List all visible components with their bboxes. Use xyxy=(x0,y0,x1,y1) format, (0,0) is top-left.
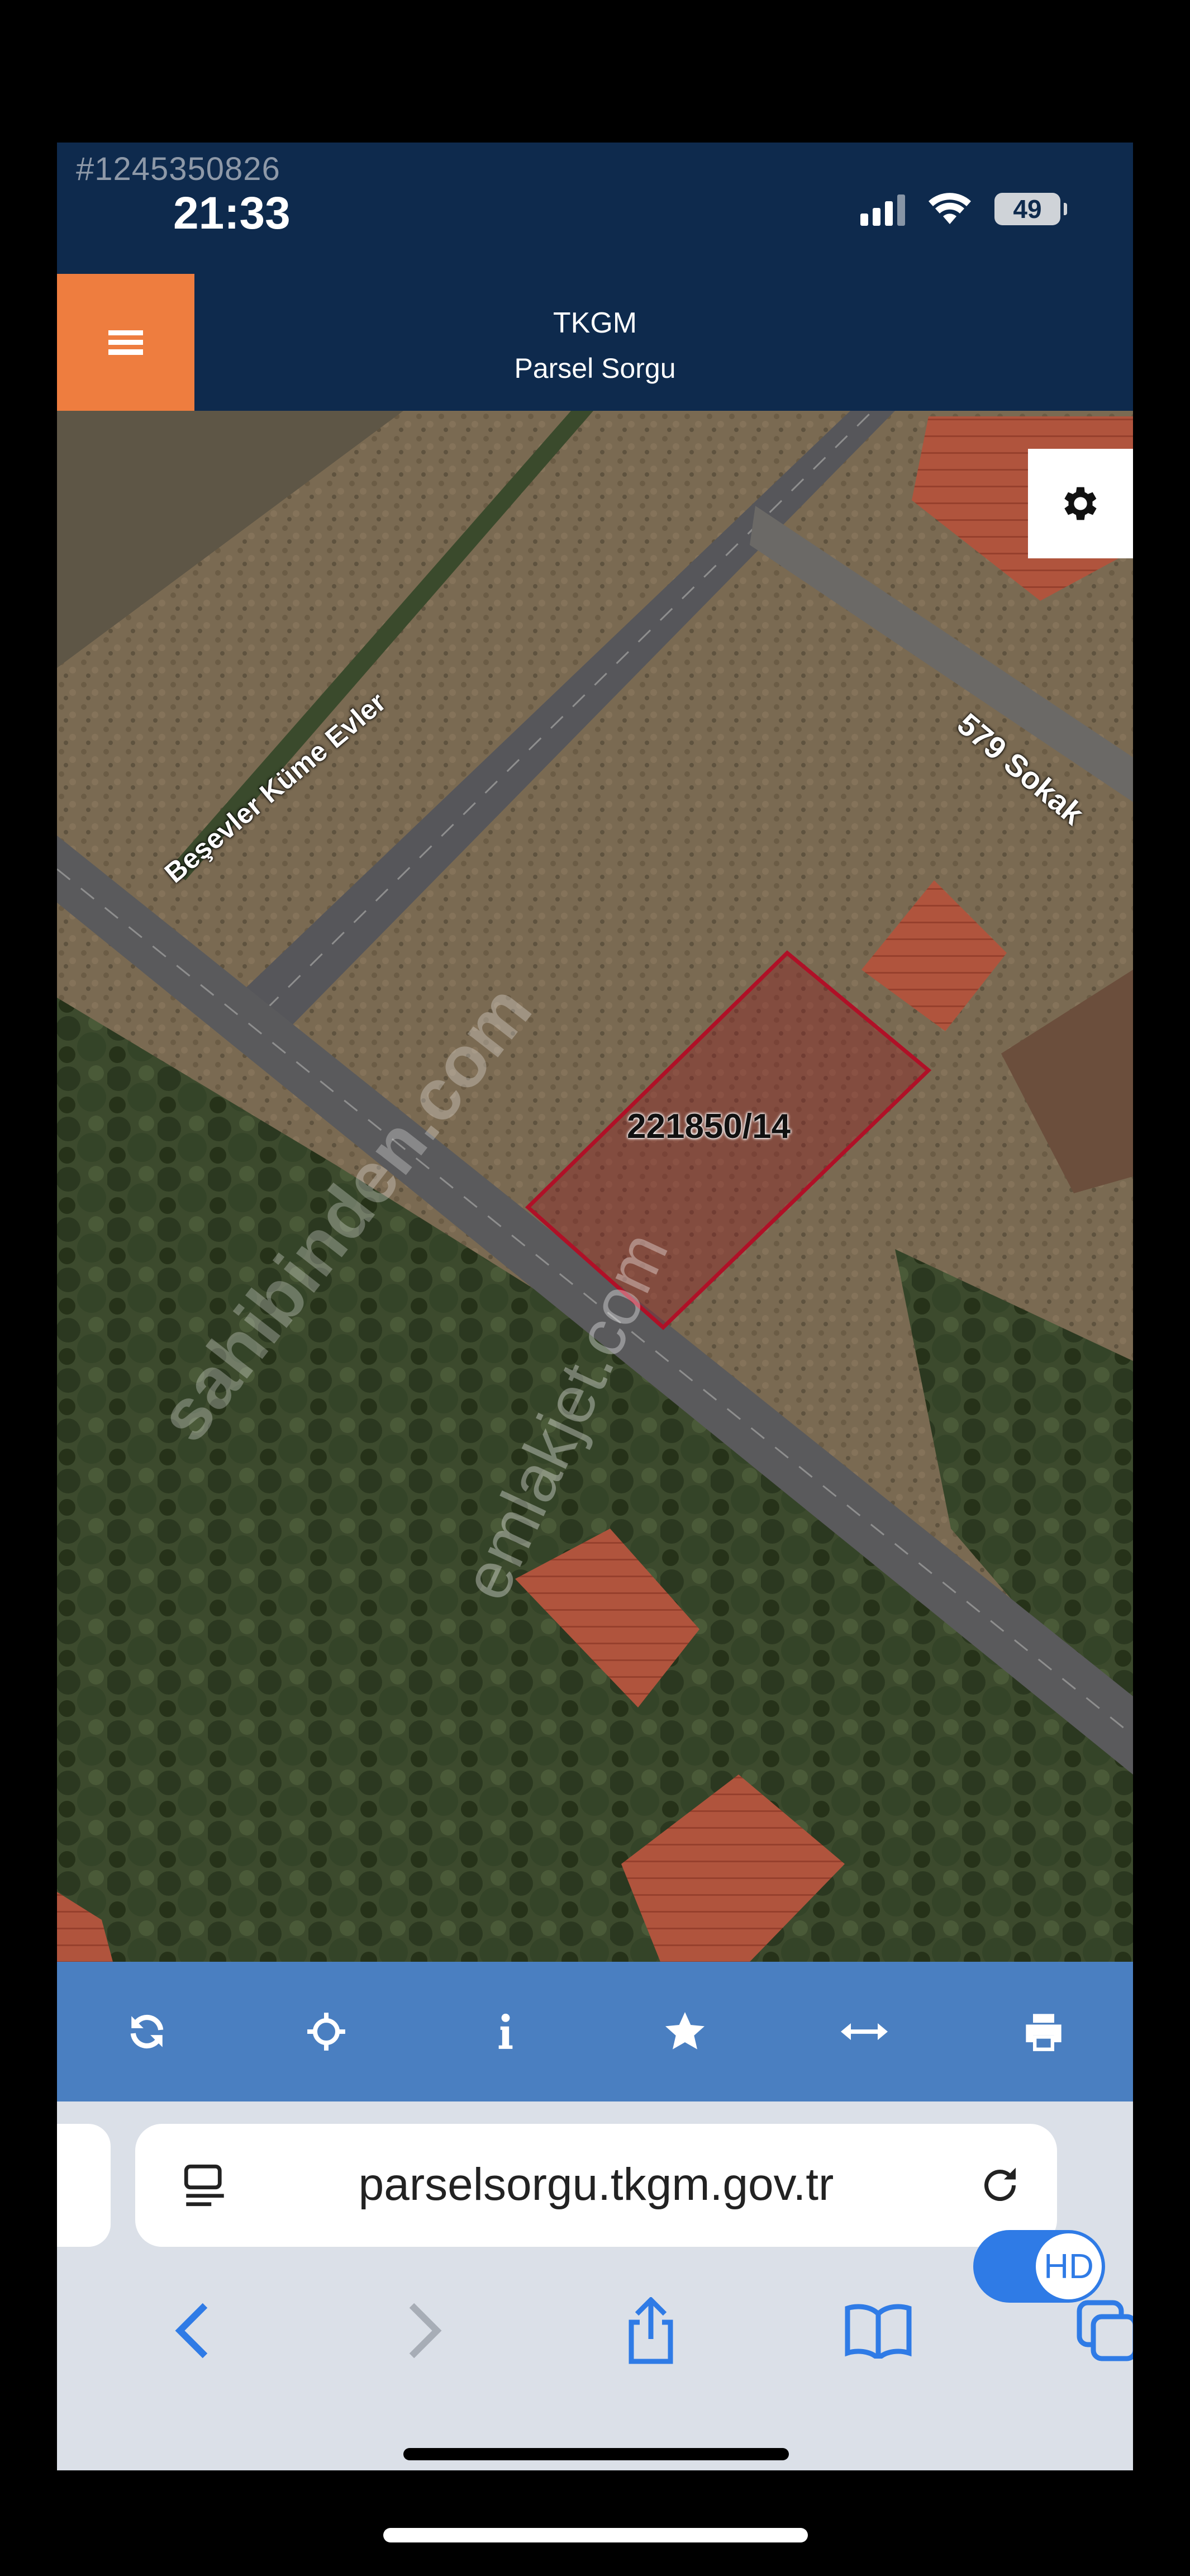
info-icon xyxy=(498,2013,512,2049)
listing-id: #1245350826 xyxy=(76,151,280,187)
refresh-icon xyxy=(130,2014,163,2049)
home-indicator xyxy=(403,2448,789,2460)
url-text: parselsorgu.tkgm.gov.tr xyxy=(358,2159,834,2210)
phone-screen: #1245350826 21:33 49 TKGM Parsel Sorgu 2… xyxy=(57,143,1133,2470)
satellite-map[interactable]: 221850/14 Beşevler Küme Evler 579 Sokak … xyxy=(57,411,1133,1962)
locate-crosshair-icon xyxy=(307,2013,345,2051)
share-button[interactable] xyxy=(601,2280,701,2381)
address-bar[interactable]: parselsorgu.tkgm.gov.tr xyxy=(135,2124,1057,2247)
tabs-icon xyxy=(1077,2300,1133,2361)
bookmarks-icon xyxy=(845,2304,912,2359)
forward-button[interactable] xyxy=(373,2280,473,2381)
map-toolbar xyxy=(57,1962,1133,2101)
cellular-signal-icon xyxy=(860,192,905,226)
previous-tab-stub[interactable] xyxy=(57,2124,111,2247)
status-bar: #1245350826 21:33 49 xyxy=(57,143,1133,274)
measure-arrows-icon xyxy=(840,2023,888,2040)
print-icon xyxy=(1025,2014,1062,2051)
parcel-label: 221850/14 xyxy=(627,1107,791,1146)
browser-chrome: parselsorgu.tkgm.gov.tr xyxy=(57,2101,1133,2470)
star-icon xyxy=(665,2012,705,2050)
app-subtitle: Parsel Sorgu xyxy=(514,353,676,384)
locate-button[interactable] xyxy=(276,1981,377,2082)
measure-button[interactable] xyxy=(814,1981,915,2082)
app-header: TKGM Parsel Sorgu xyxy=(57,274,1133,411)
gear-icon xyxy=(1064,487,1097,520)
status-time: 21:33 xyxy=(173,188,291,239)
device-home-indicator xyxy=(383,2528,808,2542)
favorite-button[interactable] xyxy=(635,1981,735,2082)
share-icon xyxy=(629,2297,673,2364)
settings-button[interactable] xyxy=(1028,449,1133,558)
hd-label: HD xyxy=(1036,2233,1102,2299)
menu-button[interactable] xyxy=(57,274,194,411)
app-title: TKGM xyxy=(553,307,637,339)
reload-icon[interactable] xyxy=(977,2162,1024,2209)
browser-nav-row xyxy=(57,2280,1133,2392)
bookmarks-button[interactable] xyxy=(828,2280,929,2381)
battery-icon: 49 xyxy=(994,193,1067,225)
map-imagery xyxy=(57,411,1133,1962)
back-button[interactable] xyxy=(144,2280,244,2381)
wifi-icon xyxy=(929,193,971,224)
forward-icon xyxy=(409,2303,442,2359)
print-button[interactable] xyxy=(993,1981,1094,2082)
hd-toggle[interactable]: HD xyxy=(973,2230,1105,2303)
info-button[interactable] xyxy=(455,1981,556,2082)
back-icon xyxy=(175,2303,208,2359)
status-icons: 49 xyxy=(860,192,1067,226)
refresh-button[interactable] xyxy=(97,1981,197,2082)
